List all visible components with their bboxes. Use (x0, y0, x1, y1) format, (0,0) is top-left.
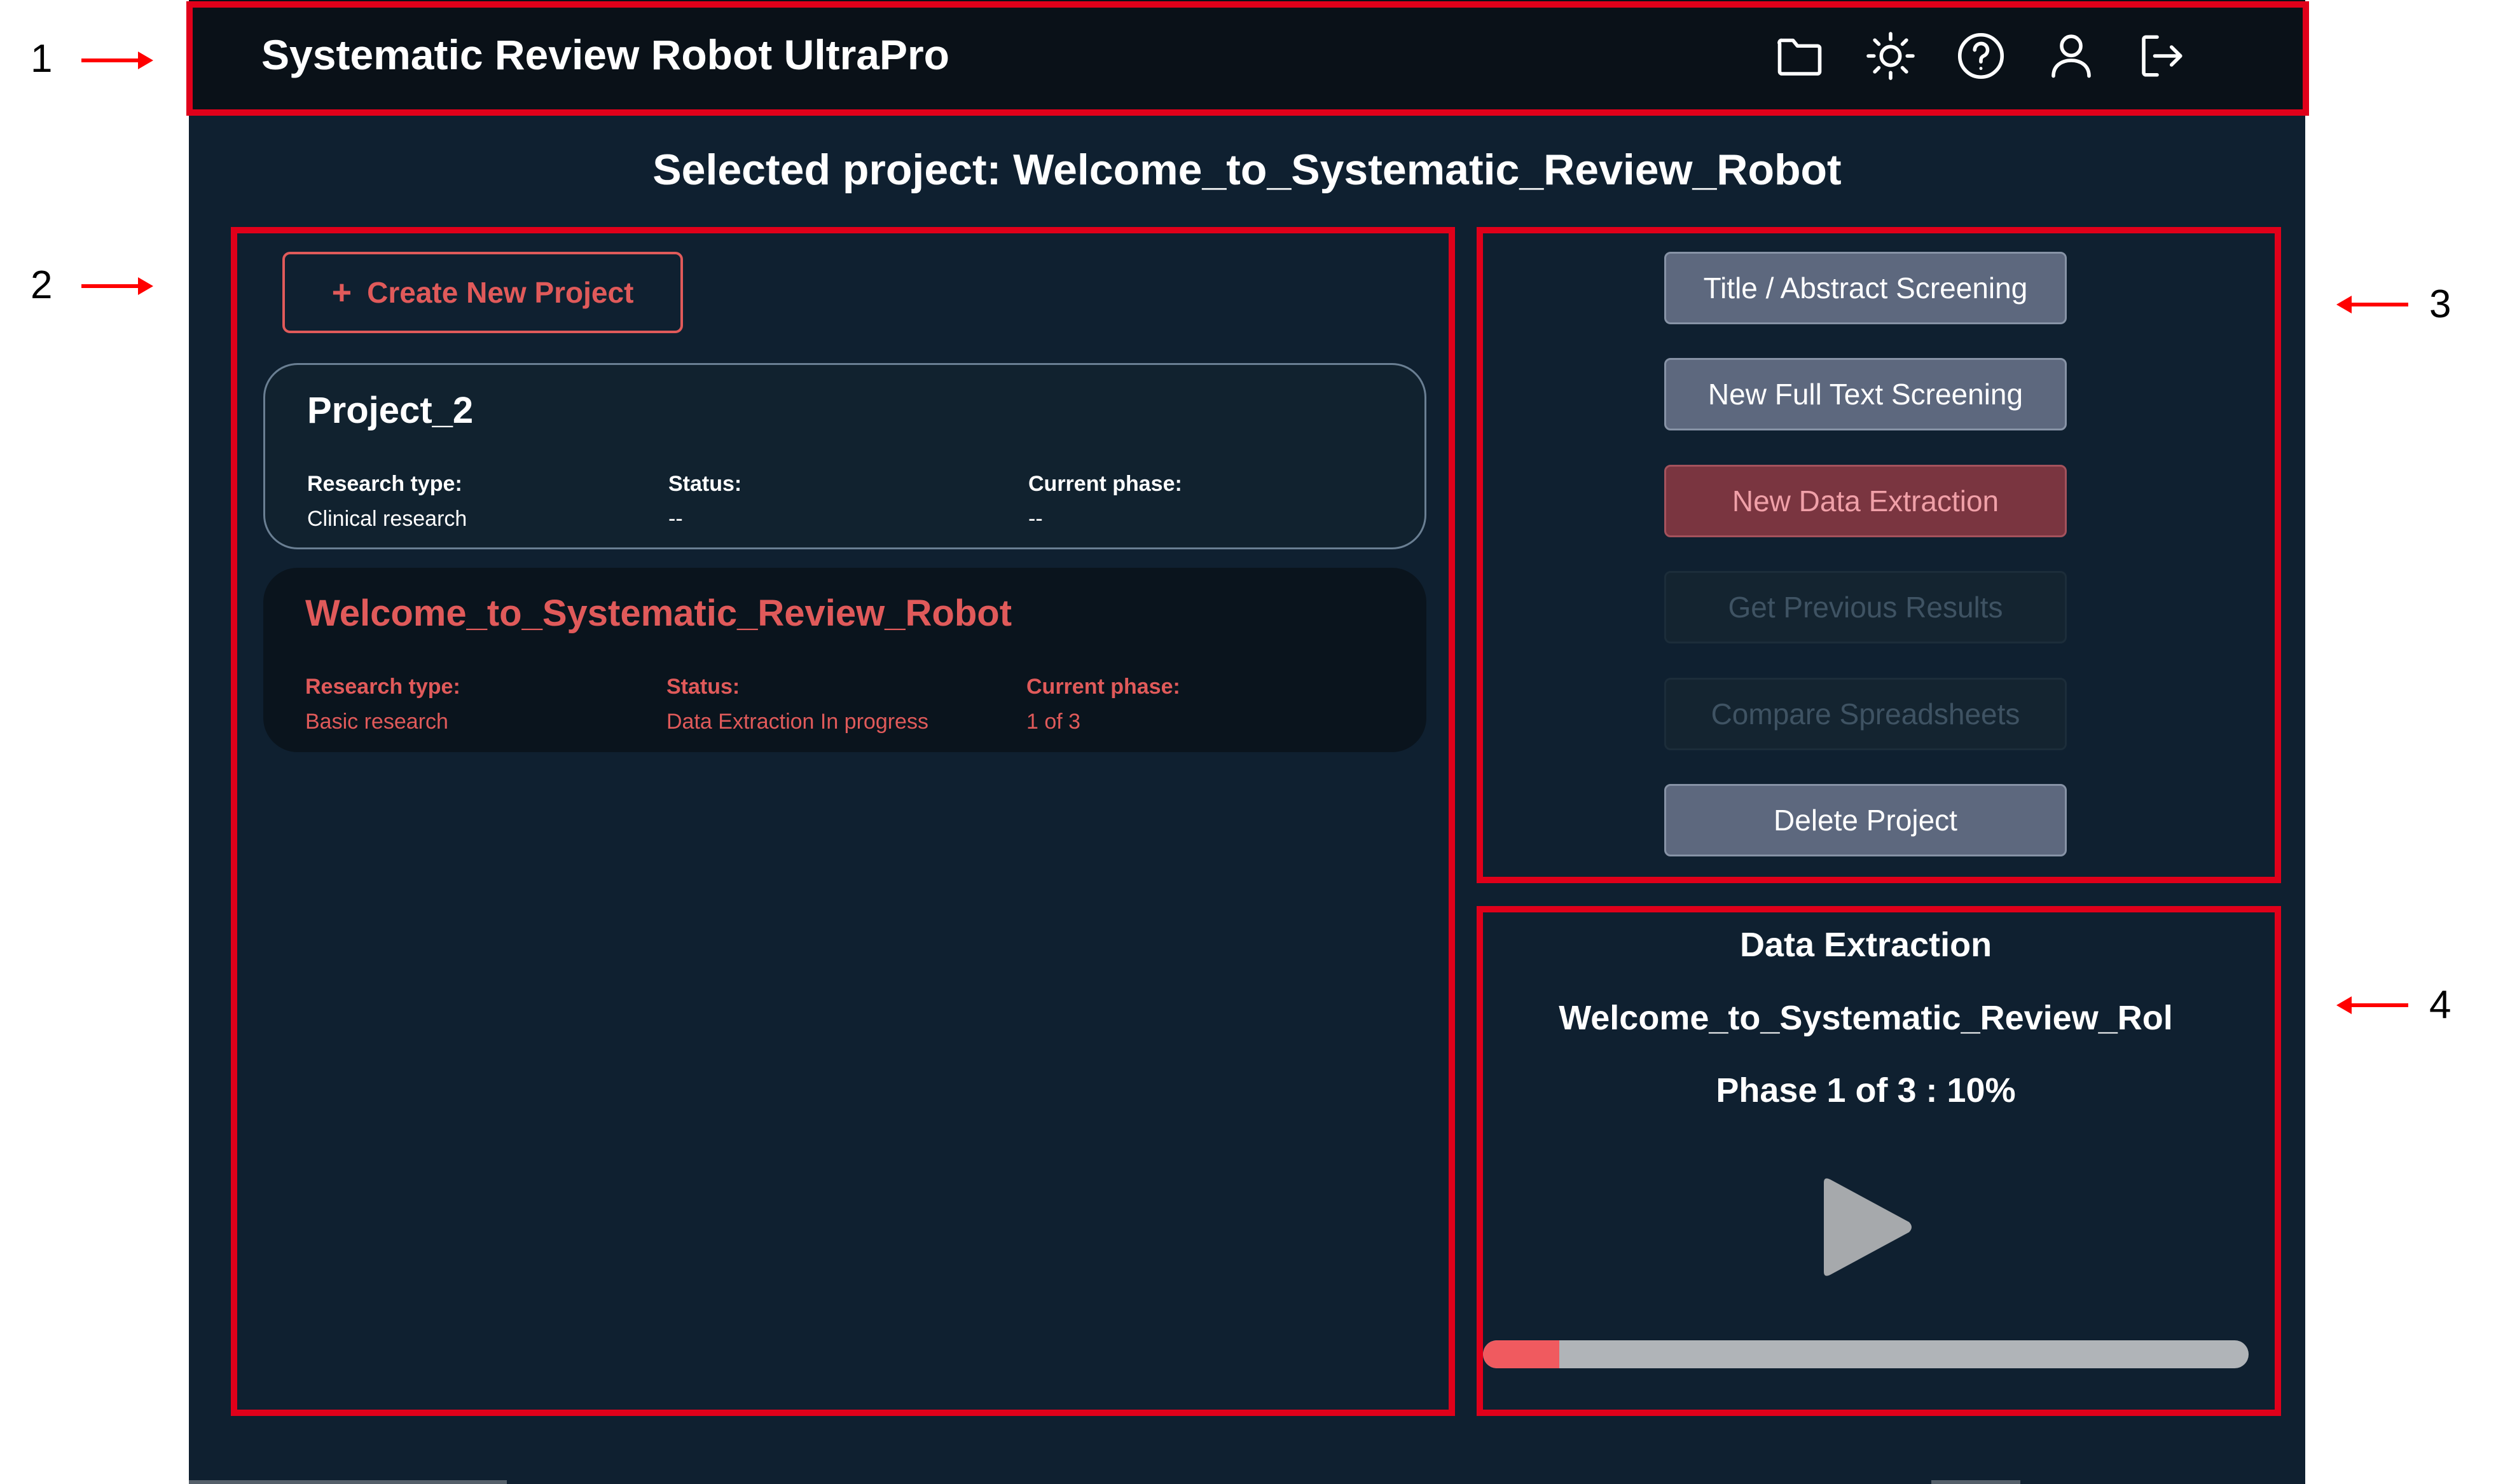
annotation-box-actions-panel (1477, 227, 2281, 883)
annotation-arrow-4 (2336, 996, 2408, 1014)
annotation-number-2: 2 (31, 263, 53, 307)
annotation-arrow-2 (81, 277, 153, 295)
annotation-arrow-3 (2336, 296, 2408, 313)
annotation-box-header (186, 1, 2309, 116)
annotation-arrow-1 (81, 52, 153, 69)
bottom-scrollbar-left (189, 1480, 507, 1484)
annotation-number-1: 1 (31, 37, 53, 81)
annotation-box-data-extraction-panel (1477, 906, 2281, 1416)
annotation-number-4: 4 (2429, 983, 2451, 1027)
selected-project-title: Selected project: Welcome_to_Systematic_… (652, 146, 1842, 194)
annotation-box-projects-panel (231, 227, 1455, 1416)
bottom-scrollbar-right (1931, 1480, 2020, 1484)
annotation-number-3: 3 (2429, 282, 2451, 326)
